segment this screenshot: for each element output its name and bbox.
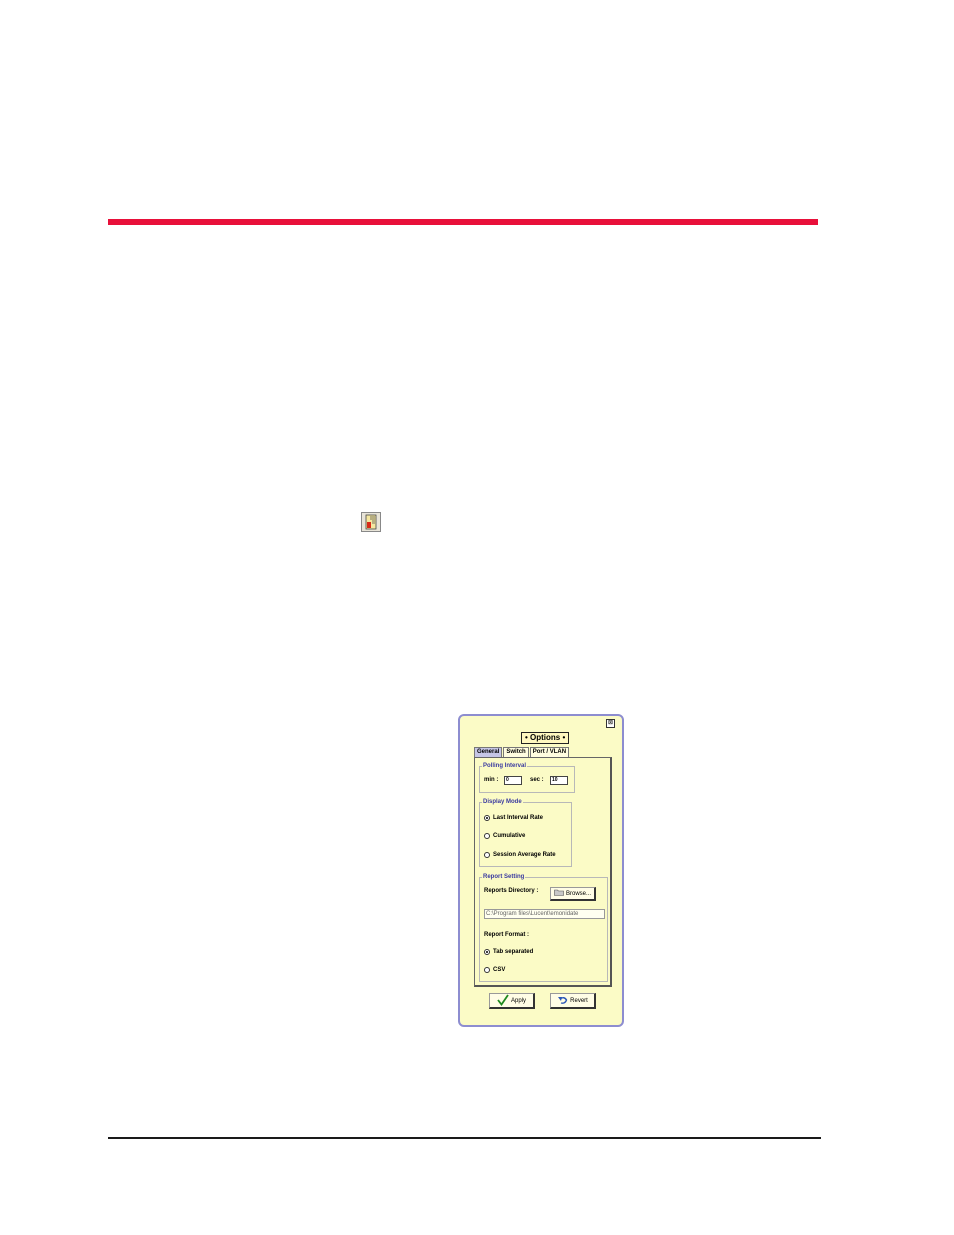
sec-input[interactable]: 10 xyxy=(550,776,568,785)
tab-general[interactable]: General xyxy=(474,747,503,757)
radio-button[interactable] xyxy=(484,967,490,973)
radio-label: Tab separated xyxy=(493,949,534,955)
report-format-label: Report Format : xyxy=(484,932,529,938)
min-input[interactable]: 0 xyxy=(504,776,522,785)
sec-label: sec : xyxy=(530,777,544,783)
radio-button[interactable] xyxy=(484,833,490,839)
folder-icon xyxy=(554,889,564,898)
radio-label: CSV xyxy=(493,967,506,973)
min-label: min : xyxy=(484,777,499,783)
display-mode-group: Display Mode Last Interval Rate Cumulati… xyxy=(479,798,572,867)
tab-switch[interactable]: Switch xyxy=(503,747,529,757)
reports-directory-label: Reports Directory : xyxy=(484,888,539,894)
display-mode-label: Display Mode xyxy=(482,798,523,806)
polling-interval-label: Polling Interval xyxy=(482,762,528,770)
close-button[interactable]: ⊠ xyxy=(606,719,615,728)
apply-label: Apply xyxy=(510,997,526,1004)
radio-label: Cumulative xyxy=(493,833,526,839)
revert-button[interactable]: Revert xyxy=(550,993,596,1009)
close-icon: ⊠ xyxy=(607,720,614,726)
report-setting-group: Report Setting Reports Directory : Brows… xyxy=(479,873,608,982)
radio-cumulative[interactable]: Cumulative xyxy=(484,832,525,840)
options-dialog: ⊠ • Options • General Switch Port / VLAN… xyxy=(458,714,624,1027)
tab-port-vlan[interactable]: Port / VLAN xyxy=(529,747,570,757)
polling-interval-group: Polling Interval min : 0 sec : 10 xyxy=(479,762,575,793)
general-panel: Polling Interval min : 0 sec : 10 Displa… xyxy=(474,757,612,987)
footer-rule xyxy=(108,1137,821,1139)
radio-label: Session Average Rate xyxy=(493,852,556,858)
revert-label: Revert xyxy=(570,997,588,1004)
report-setting-label: Report Setting xyxy=(482,873,526,881)
undo-icon xyxy=(557,995,568,1007)
radio-tab-separated[interactable]: Tab separated xyxy=(484,948,533,956)
radio-label: Last Interval Rate xyxy=(493,815,544,821)
check-icon xyxy=(497,993,509,1008)
tab-bar: General Switch Port / VLAN xyxy=(474,747,570,757)
radio-csv[interactable]: CSV xyxy=(484,966,505,974)
browse-button[interactable]: Browse... xyxy=(550,887,596,901)
radio-button[interactable] xyxy=(484,815,490,821)
apply-button[interactable]: Apply xyxy=(489,993,535,1009)
reports-directory-field[interactable]: C:\Program files\Lucent\emonidate xyxy=(484,909,605,919)
report-icon[interactable] xyxy=(361,512,381,532)
radio-session-average-rate[interactable]: Session Average Rate xyxy=(484,851,556,859)
radio-button[interactable] xyxy=(484,852,490,858)
browse-label: Browse... xyxy=(565,890,591,897)
radio-last-interval-rate[interactable]: Last Interval Rate xyxy=(484,814,543,822)
header-rule xyxy=(108,219,818,225)
dialog-title: • Options • xyxy=(521,732,570,744)
radio-button[interactable] xyxy=(484,949,490,955)
